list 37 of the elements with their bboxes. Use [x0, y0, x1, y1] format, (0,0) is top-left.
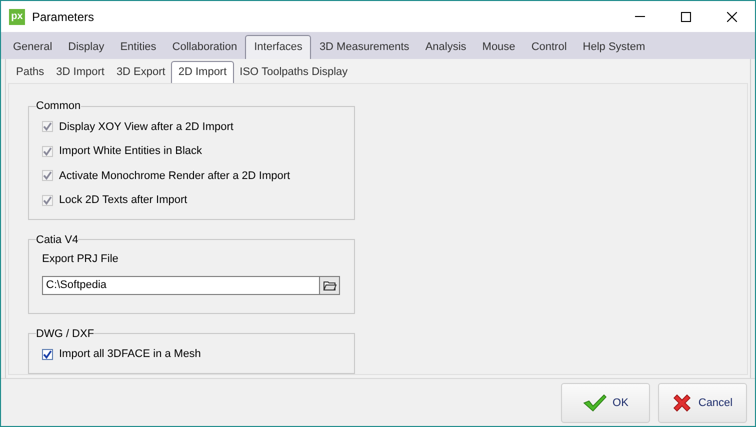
- tab[interactable]: Entities: [112, 35, 164, 59]
- ok-button[interactable]: OK: [561, 383, 650, 423]
- group-title: Catia V4: [36, 232, 78, 248]
- tab[interactable]: General: [5, 35, 60, 59]
- checkbox[interactable]: [42, 348, 53, 360]
- tab[interactable]: Collaboration: [164, 35, 246, 59]
- checkbox-label: Lock 2D Texts after Import: [59, 193, 188, 208]
- tab[interactable]: 3D Measurements: [311, 35, 418, 59]
- sub-tab[interactable]: 3D Import: [50, 61, 110, 83]
- close-icon: [727, 12, 737, 22]
- tab[interactable]: Help System: [574, 35, 654, 59]
- window-title: Parameters: [32, 8, 94, 26]
- sub-tab[interactable]: 2D Import: [171, 61, 234, 83]
- maximize-icon: [681, 12, 691, 22]
- browse-button[interactable]: [320, 276, 340, 294]
- checkbox-label: Display XOY View after a 2D Import: [59, 120, 234, 134]
- group-title: Common: [36, 99, 81, 114]
- path-field[interactable]: C:\Softpedia: [42, 276, 320, 294]
- tab[interactable]: Analysis: [417, 35, 474, 59]
- app-logo: px: [9, 8, 25, 24]
- cross-icon: [672, 393, 692, 413]
- cancel-button[interactable]: Cancel: [658, 383, 747, 423]
- sub-tab[interactable]: Paths: [10, 61, 50, 83]
- checkbox-label: Import all 3DFACE in a Mesh: [59, 347, 201, 362]
- field-label: Export PRJ File: [42, 252, 120, 267]
- sub-tab[interactable]: ISO Toolpaths Display: [234, 61, 354, 83]
- folder-icon: [322, 279, 336, 291]
- minimize-icon: [635, 16, 645, 17]
- tab[interactable]: Mouse: [474, 35, 524, 59]
- check-icon: [582, 394, 607, 412]
- group-title: DWG / DXF: [36, 326, 94, 342]
- tab[interactable]: Control: [523, 35, 575, 59]
- tab[interactable]: Interfaces: [245, 35, 312, 59]
- checkbox-label: Activate Monochrome Render after a 2D Import: [59, 168, 290, 184]
- tab[interactable]: Display: [60, 35, 112, 59]
- sub-tab[interactable]: 3D Export: [110, 61, 172, 83]
- checkbox-label: Import White Entities in Black: [59, 144, 202, 159]
